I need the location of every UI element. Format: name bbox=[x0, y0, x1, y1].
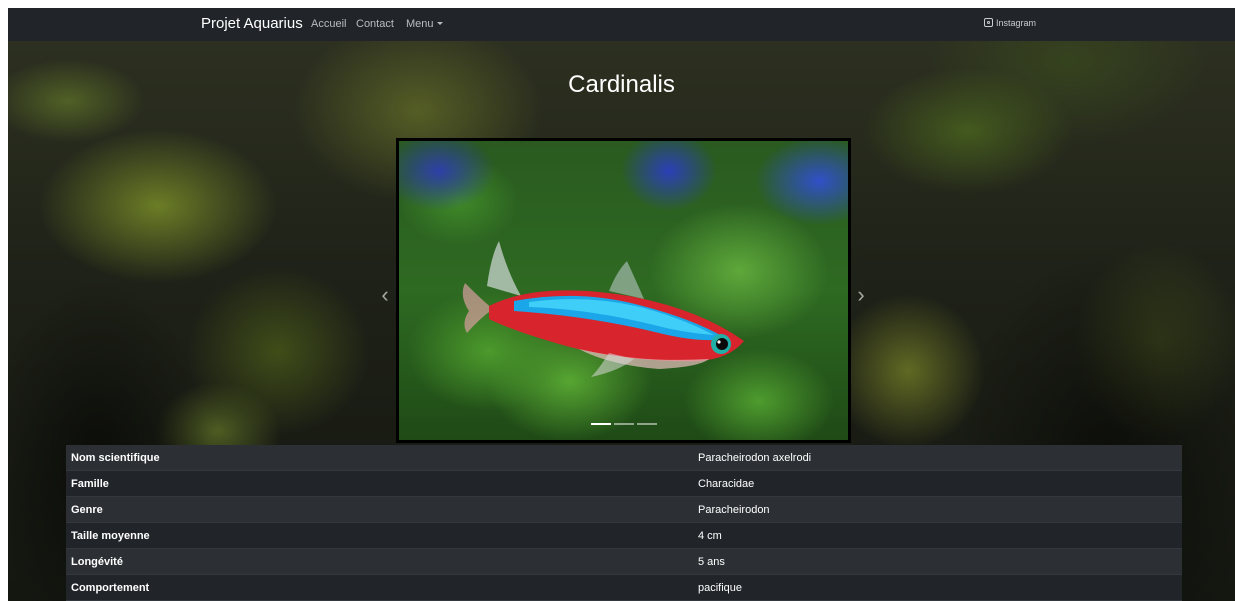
chevron-left-icon: ‹ bbox=[381, 282, 389, 307]
table-row: Genre Paracheirodon bbox=[66, 497, 1182, 523]
row-label: Famille bbox=[71, 478, 109, 490]
nav-link-contact[interactable]: Contact bbox=[356, 18, 394, 30]
nav-link-accueil[interactable]: Accueil bbox=[311, 18, 346, 30]
carousel-indicator-2[interactable] bbox=[614, 423, 634, 425]
row-label: Comportement bbox=[71, 582, 150, 594]
carousel-slide-image bbox=[399, 141, 848, 440]
caret-down-icon bbox=[436, 22, 443, 25]
row-value: pacifique bbox=[698, 582, 743, 594]
row-label: Genre bbox=[71, 504, 103, 516]
table-row: Longévité 5 ans bbox=[66, 549, 1182, 575]
instagram-label: Instagram bbox=[996, 18, 1037, 28]
table-row: Taille moyenne 4 cm bbox=[66, 523, 1182, 549]
carousel-indicators bbox=[591, 423, 661, 426]
carousel-next-button[interactable]: › bbox=[852, 280, 870, 310]
carousel-indicator-1[interactable] bbox=[591, 423, 611, 425]
instagram-link[interactable]: Instagram bbox=[984, 18, 1036, 28]
carousel bbox=[396, 138, 851, 443]
instagram-icon bbox=[984, 18, 993, 27]
carousel-prev-button[interactable]: ‹ bbox=[376, 280, 394, 310]
row-value: Paracheirodon bbox=[698, 504, 770, 516]
navbar: Projet Aquarius Accueil Contact Menu Ins… bbox=[8, 8, 1235, 41]
navbar-brand[interactable]: Projet Aquarius bbox=[201, 15, 303, 32]
cardinal-tetra-image bbox=[462, 241, 744, 377]
row-label: Nom scientifique bbox=[71, 452, 160, 464]
chevron-right-icon: › bbox=[857, 282, 865, 307]
row-value: 4 cm bbox=[698, 530, 722, 542]
row-value: Paracheirodon axelrodi bbox=[698, 452, 812, 464]
row-label: Longévité bbox=[71, 556, 123, 568]
page-title: Cardinalis bbox=[568, 71, 675, 98]
page: Projet Aquarius Accueil Contact Menu Ins… bbox=[8, 8, 1235, 601]
row-value: Characidae bbox=[698, 478, 755, 490]
nav-menu-dropdown[interactable]: Menu bbox=[406, 18, 443, 30]
carousel-indicator-3[interactable] bbox=[637, 423, 657, 425]
row-value: 5 ans bbox=[698, 556, 725, 568]
row-label: Taille moyenne bbox=[71, 530, 150, 542]
nav-menu-label: Menu bbox=[406, 18, 434, 30]
table-row: Famille Characidae bbox=[66, 471, 1182, 497]
table-row: Comportement pacifique bbox=[66, 575, 1182, 601]
table-row: Nom scientifique Paracheirodon axelrodi bbox=[66, 445, 1182, 471]
